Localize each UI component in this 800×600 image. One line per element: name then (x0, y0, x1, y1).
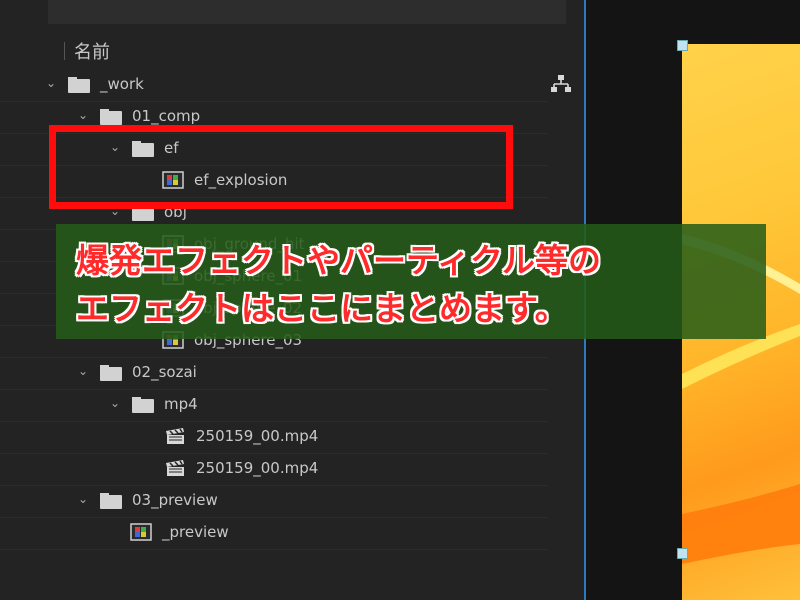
row-label: 01_comp (132, 107, 201, 125)
flowchart-icon[interactable] (550, 74, 572, 94)
folder-icon (68, 77, 90, 93)
tree-row-03-preview[interactable]: ⌄ 03_preview (0, 486, 548, 518)
row-label: 02_sozai (132, 363, 197, 381)
chevron-down-icon[interactable]: ⌄ (78, 493, 90, 505)
row-label: mp4 (164, 395, 198, 413)
row-label: 250159_00.mp4 (196, 427, 319, 445)
composition-icon (130, 523, 152, 541)
highlight-box (49, 125, 513, 209)
footage-clapper-icon (166, 428, 184, 444)
folder-icon (100, 365, 122, 381)
tree-row-02-sozai[interactable]: ⌄ 02_sozai (0, 358, 548, 390)
chevron-down-icon[interactable]: ⌄ (110, 397, 122, 409)
tree-row-work[interactable]: ⌄ _work (0, 70, 548, 102)
row-label: 03_preview (132, 491, 218, 509)
column-separator[interactable] (64, 42, 65, 60)
row-label: _preview (162, 523, 229, 541)
column-header-name[interactable]: 名前 (74, 38, 110, 64)
chevron-down-icon[interactable]: ⌄ (46, 77, 58, 89)
tree-row-footage[interactable]: 250159_00.mp4 (0, 454, 548, 486)
folder-icon (132, 397, 154, 413)
tree-row-footage[interactable]: 250159_00.mp4 (0, 422, 548, 454)
annotation-caption: 爆発エフェクトやパーティクル等の エフェクトはここにまとめます。 (56, 224, 766, 339)
tree-row-preview[interactable]: _preview (0, 518, 548, 550)
footage-clapper-icon (166, 460, 184, 476)
tree-row-mp4[interactable]: ⌄ mp4 (0, 390, 548, 422)
transform-handle[interactable] (677, 548, 688, 559)
row-label: _work (100, 75, 144, 93)
search-bar[interactable] (48, 0, 566, 24)
row-label: 250159_00.mp4 (196, 459, 319, 477)
folder-icon (100, 493, 122, 509)
transform-handle[interactable] (677, 40, 688, 51)
chevron-down-icon[interactable]: ⌄ (78, 365, 90, 377)
folder-icon (100, 109, 122, 125)
caption-line-2: エフェクトはここにまとめます。 (76, 289, 568, 328)
caption-line-1: 爆発エフェクトやパーティクル等の (76, 241, 602, 280)
chevron-down-icon[interactable]: ⌄ (78, 109, 90, 121)
